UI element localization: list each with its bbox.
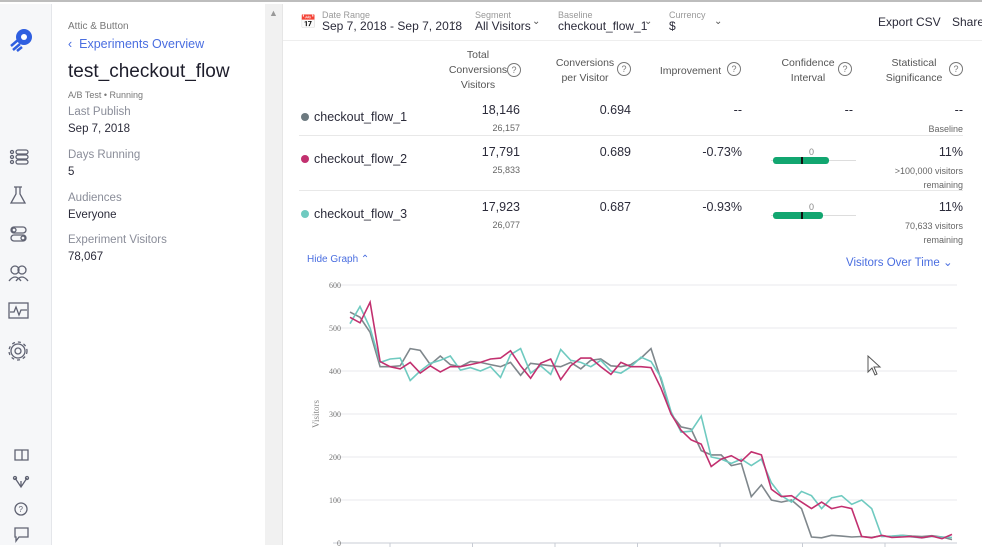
series-line-checkout_flow_1 bbox=[349, 311, 953, 541]
y-tick-label: 500 bbox=[329, 324, 341, 333]
y-tick-label: 100 bbox=[329, 496, 341, 505]
y-axis-label: Visitors bbox=[311, 400, 321, 428]
y-tick-label: 600 bbox=[329, 281, 341, 290]
visitors-chart: 0 100 200 300 400 500 600 Visitors bbox=[311, 281, 957, 547]
y-tick-label: 300 bbox=[329, 410, 341, 419]
series-line-checkout_flow_2 bbox=[349, 299, 953, 540]
y-tick-label: 0 bbox=[337, 539, 341, 547]
y-tick-label: 400 bbox=[329, 367, 341, 376]
y-tick-label: 200 bbox=[329, 453, 341, 462]
series-line-checkout_flow_3 bbox=[349, 304, 953, 539]
